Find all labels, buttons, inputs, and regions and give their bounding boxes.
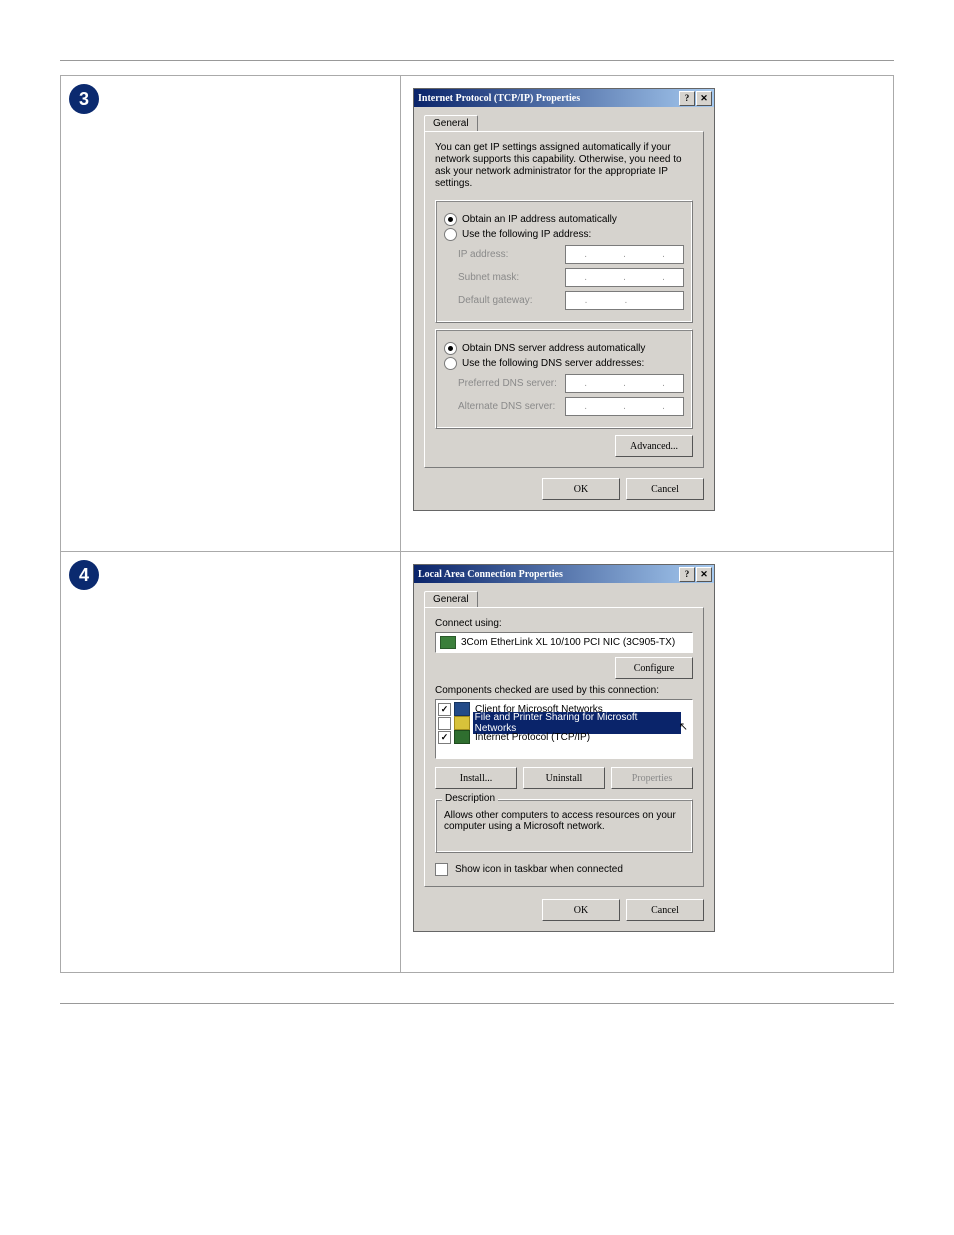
install-button[interactable]: Install...: [435, 767, 517, 789]
radio-obtain-ip-auto[interactable]: Obtain an IP address automatically: [444, 213, 684, 226]
lan-connection-properties-dialog: Local Area Connection Properties ? ✕ Gen…: [413, 564, 715, 932]
ok-button[interactable]: OK: [542, 899, 620, 921]
dns-settings-group: Obtain DNS server address automatically …: [435, 329, 693, 429]
ip-settings-group: Obtain an IP address automatically Use t…: [435, 200, 693, 323]
tab-general[interactable]: General: [424, 591, 478, 607]
preferred-dns-input: ...: [565, 374, 684, 393]
tab-general-pane: Connect using: 3Com EtherLink XL 10/100 …: [424, 607, 704, 887]
instruction-table: 3 Internet Protocol (TCP/IP) Properties …: [60, 75, 894, 973]
cancel-button[interactable]: Cancel: [626, 899, 704, 921]
adapter-name: 3Com EtherLink XL 10/100 PCI NIC (3C905-…: [461, 637, 675, 648]
dialog-title: Local Area Connection Properties: [418, 569, 678, 580]
file-sharing-icon: [454, 716, 470, 730]
alternate-dns-label: Alternate DNS server:: [458, 401, 565, 412]
description-text: Allows other computers to access resourc…: [444, 810, 684, 832]
close-button[interactable]: ✕: [696, 567, 712, 582]
protocol-icon: [454, 730, 470, 744]
checkbox[interactable]: [438, 717, 451, 730]
checkbox[interactable]: [435, 863, 448, 876]
cancel-button[interactable]: Cancel: [626, 478, 704, 500]
client-icon: [454, 702, 470, 716]
page-footer: [60, 1003, 894, 1010]
radio-obtain-dns-auto[interactable]: Obtain DNS server address automatically: [444, 342, 684, 355]
show-icon-checkbox-row[interactable]: Show icon in taskbar when connected: [435, 863, 693, 876]
step-cell-right: Local Area Connection Properties ? ✕ Gen…: [401, 552, 894, 972]
checkbox[interactable]: [438, 703, 451, 716]
radio-label: Use the following IP address:: [462, 229, 591, 240]
radio-icon: [444, 342, 457, 355]
default-gateway-label: Default gateway:: [458, 295, 565, 306]
ok-button[interactable]: OK: [542, 478, 620, 500]
radio-label: Obtain an IP address automatically: [462, 214, 617, 225]
tab-general-pane: You can get IP settings assigned automat…: [424, 131, 704, 468]
show-icon-label: Show icon in taskbar when connected: [455, 864, 623, 875]
adapter-display: 3Com EtherLink XL 10/100 PCI NIC (3C905-…: [435, 632, 693, 653]
ip-address-input: ...: [565, 245, 684, 264]
configure-button[interactable]: Configure: [615, 657, 693, 679]
list-item-label: Internet Protocol (TCP/IP): [473, 732, 592, 743]
radio-icon: [444, 357, 457, 370]
default-gateway-input: ..: [565, 291, 684, 310]
uninstall-button[interactable]: Uninstall: [523, 767, 605, 789]
properties-button[interactable]: Properties: [611, 767, 693, 789]
step-cell-left: 4: [61, 552, 401, 972]
dialog-title-bar: Local Area Connection Properties ? ✕: [414, 565, 714, 583]
radio-icon: [444, 213, 457, 226]
components-label: Components checked are used by this conn…: [435, 685, 693, 696]
step-cell-right: Internet Protocol (TCP/IP) Properties ? …: [401, 76, 894, 551]
description-legend: Description: [442, 793, 498, 804]
tab-general[interactable]: General: [424, 115, 478, 131]
alternate-dns-input: ...: [565, 397, 684, 416]
step-row-4: 4 Local Area Connection Properties ? ✕ G…: [61, 552, 894, 973]
tcpip-properties-dialog: Internet Protocol (TCP/IP) Properties ? …: [413, 88, 715, 511]
header-rule: [60, 60, 894, 61]
subnet-mask-label: Subnet mask:: [458, 272, 565, 283]
preferred-dns-label: Preferred DNS server:: [458, 378, 565, 389]
description-group: Description Allows other computers to ac…: [435, 799, 693, 853]
step-number-badge: 3: [69, 84, 99, 114]
dialog-title: Internet Protocol (TCP/IP) Properties: [418, 93, 678, 104]
help-button[interactable]: ?: [679, 91, 695, 106]
radio-icon: [444, 228, 457, 241]
close-button[interactable]: ✕: [696, 91, 712, 106]
step-cell-left: 3: [61, 76, 401, 551]
ip-address-label: IP address:: [458, 249, 565, 260]
radio-use-following-ip[interactable]: Use the following IP address:: [444, 228, 684, 241]
info-text: You can get IP settings assigned automat…: [435, 142, 693, 190]
dialog-title-bar: Internet Protocol (TCP/IP) Properties ? …: [414, 89, 714, 107]
cursor-icon: ↖: [679, 720, 688, 733]
radio-use-following-dns[interactable]: Use the following DNS server addresses:: [444, 357, 684, 370]
radio-label: Obtain DNS server address automatically: [462, 343, 645, 354]
subnet-mask-input: ...: [565, 268, 684, 287]
checkbox[interactable]: [438, 731, 451, 744]
radio-label: Use the following DNS server addresses:: [462, 358, 644, 369]
step-row-3: 3 Internet Protocol (TCP/IP) Properties …: [61, 76, 894, 552]
step-number-badge: 4: [69, 560, 99, 590]
connect-using-label: Connect using:: [435, 618, 693, 629]
network-adapter-icon: [440, 636, 456, 649]
advanced-button[interactable]: Advanced...: [615, 435, 693, 457]
list-item[interactable]: File and Printer Sharing for Microsoft N…: [438, 716, 690, 730]
components-listbox[interactable]: Client for Microsoft Networks File and P…: [435, 699, 693, 759]
help-button[interactable]: ?: [679, 567, 695, 582]
